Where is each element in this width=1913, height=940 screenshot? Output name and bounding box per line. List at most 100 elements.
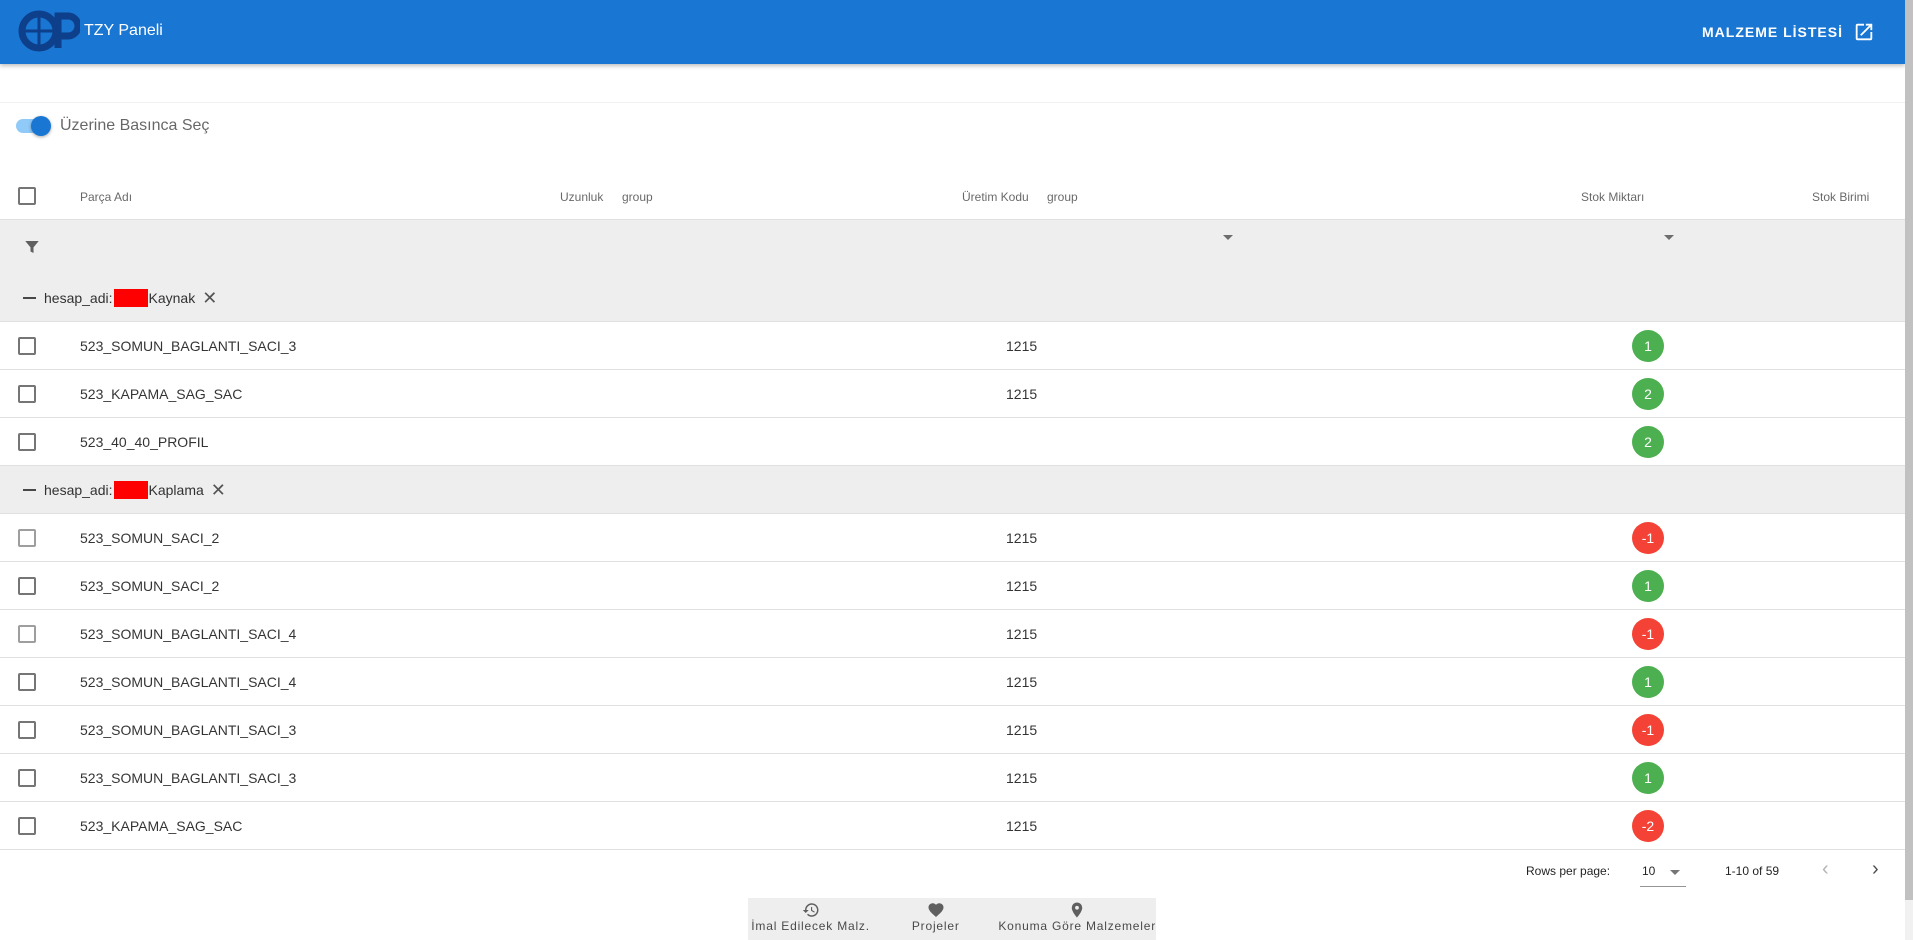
pagination: Rows per page: 10 1-10 of 59 ‹ › <box>0 842 1905 898</box>
header-production-code[interactable]: Üretim Kodu <box>962 190 1029 204</box>
remove-group-icon[interactable]: ✕ <box>211 481 226 499</box>
materials-list-button[interactable]: MALZEME LİSTESİ <box>1702 16 1875 48</box>
rows-per-page-label: Rows per page: <box>1526 864 1611 878</box>
table-body: hesap_adi: Kaynak ✕ 523_SOMUN_BAGLANTI_SACI… <box>0 274 1905 850</box>
history-icon <box>802 903 819 917</box>
stock-quantity-badge: 2 <box>1632 378 1664 410</box>
stock-quantity-badge: -1 <box>1632 522 1664 554</box>
stock-filter-arrow[interactable] <box>1664 235 1674 240</box>
group-field-prefix: hesap_adi: <box>44 290 113 306</box>
table-row[interactable]: 523_SOMUN_BAGLANTI_SACI_4 1215 -1 <box>0 610 1905 658</box>
previous-page-icon[interactable]: ‹ <box>1822 859 1829 879</box>
group-value: Kaynak <box>148 290 196 306</box>
rows-per-page-underline <box>1640 886 1686 887</box>
toggle-thumb <box>31 116 51 136</box>
table-row[interactable]: 523_SOMUN_BAGLANTI_SACI_3 1215 1 <box>0 754 1905 802</box>
table-row[interactable]: 523_40_40_PROFIL 2 <box>0 418 1905 466</box>
nav-item-manufacture[interactable]: İmal Edilecek Malz. <box>748 898 873 940</box>
nav-item-location[interactable]: Konuma Göre Malzemeler <box>998 898 1156 940</box>
row-checkbox[interactable] <box>18 577 36 595</box>
heart-icon <box>928 903 944 918</box>
materials-table: Parça Adı Uzunluk group Üretim Kodu grou… <box>0 172 1905 850</box>
stock-quantity-badge: -1 <box>1632 618 1664 650</box>
row-checkbox[interactable] <box>18 817 36 835</box>
toggle-label: Üzerine Basınca Seç <box>60 117 210 134</box>
location-pin-icon <box>1071 902 1083 918</box>
table-header: Parça Adı Uzunluk group Üretim Kodu grou… <box>0 172 1905 220</box>
nav-label-location: Konuma Göre Malzemeler <box>998 919 1157 933</box>
select-on-click-control: Üzerine Basınca Seç <box>14 114 209 138</box>
group-row[interactable]: hesap_adi: Kaplama ✕ <box>0 466 1905 514</box>
filter-row <box>0 220 1905 313</box>
header-production-group[interactable]: group <box>1047 190 1078 204</box>
redacted-block <box>113 289 148 307</box>
stock-quantity-badge: 1 <box>1632 666 1664 698</box>
part-name-cell: 523_SOMUN_SACI_2 <box>80 530 220 546</box>
part-name-cell: 523_SOMUN_SACI_2 <box>80 578 220 594</box>
part-name-cell: 523_SOMUN_BAGLANTI_SACI_4 <box>80 626 297 642</box>
header-length[interactable]: Uzunluk <box>560 190 603 204</box>
part-name-cell: 523_SOMUN_BAGLANTI_SACI_3 <box>80 770 297 786</box>
select-all-checkbox[interactable] <box>18 187 36 205</box>
row-checkbox[interactable] <box>18 673 36 691</box>
collapse-group-icon[interactable] <box>23 297 36 299</box>
materials-list-label: MALZEME LİSTESİ <box>1702 24 1843 40</box>
nav-item-projects[interactable]: Projeler <box>873 898 998 940</box>
row-checkbox[interactable] <box>18 337 36 355</box>
nav-label-manufacture: İmal Edilecek Malz. <box>751 919 870 933</box>
part-name-cell: 523_SOMUN_BAGLANTI_SACI_4 <box>80 674 297 690</box>
page-range: 1-10 of 59 <box>1725 864 1780 878</box>
group-label: hesap_adi: Kaplama ✕ <box>44 481 226 499</box>
table-row[interactable]: 523_SOMUN_SACI_2 1215 1 <box>0 562 1905 610</box>
part-name-cell: 523_KAPAMA_SAG_SAC <box>80 386 243 402</box>
op-logo <box>18 10 80 52</box>
row-checkbox[interactable] <box>18 385 36 403</box>
stock-quantity-badge: 1 <box>1632 330 1664 362</box>
select-on-click-toggle[interactable] <box>14 114 52 138</box>
rows-per-page-select[interactable]: 10 <box>1642 864 1655 878</box>
group-field-prefix: hesap_adi: <box>44 482 113 498</box>
page-scrollbar[interactable] <box>1905 0 1913 940</box>
stock-quantity-badge: 2 <box>1632 426 1664 458</box>
redacted-block <box>113 481 148 499</box>
part-name-cell: 523_40_40_PROFIL <box>80 434 209 450</box>
header-part-name[interactable]: Parça Adı <box>80 190 132 204</box>
table-row[interactable]: 523_SOMUN_BAGLANTI_SACI_3 1215 1 <box>0 322 1905 370</box>
production-code-cell: 1215 <box>1006 770 1038 786</box>
part-name-cell: 523_KAPAMA_SAG_SAC <box>80 818 243 834</box>
production-code-cell: 1215 <box>1006 578 1038 594</box>
table-row[interactable]: 523_SOMUN_BAGLANTI_SACI_3 1215 -1 <box>0 706 1905 754</box>
group-value: Kaplama <box>148 482 204 498</box>
production-code-filter-arrow[interactable] <box>1223 235 1233 240</box>
remove-group-icon[interactable]: ✕ <box>202 289 217 307</box>
production-code-cell: 1215 <box>1006 722 1038 738</box>
part-name-cell: 523_SOMUN_BAGLANTI_SACI_3 <box>80 338 297 354</box>
part-name-cell: 523_SOMUN_BAGLANTI_SACI_3 <box>80 722 297 738</box>
group-row[interactable]: hesap_adi: Kaynak ✕ <box>0 274 1905 322</box>
scrollbar-thumb[interactable] <box>1905 0 1913 900</box>
row-checkbox[interactable] <box>18 625 36 643</box>
rows-per-page-arrow-icon[interactable] <box>1670 870 1680 875</box>
header-stock-quantity[interactable]: Stok Miktarı <box>1581 190 1644 204</box>
next-page-icon[interactable]: › <box>1872 859 1879 879</box>
stock-quantity-badge: -1 <box>1632 714 1664 746</box>
bottom-navigation: İmal Edilecek Malz. Projeler Konuma Göre… <box>748 898 1156 940</box>
production-code-cell: 1215 <box>1006 674 1038 690</box>
toolbar-divider <box>0 102 1905 103</box>
filter-icon[interactable] <box>23 238 41 256</box>
row-checkbox[interactable] <box>18 529 36 547</box>
table-row[interactable]: 523_KAPAMA_SAG_SAC 1215 2 <box>0 370 1905 418</box>
app-title: TZY Paneli <box>84 22 163 39</box>
header-length-group[interactable]: group <box>622 190 653 204</box>
production-code-cell: 1215 <box>1006 818 1038 834</box>
production-code-cell: 1215 <box>1006 386 1038 402</box>
table-row[interactable]: 523_SOMUN_BAGLANTI_SACI_4 1215 1 <box>0 658 1905 706</box>
production-code-cell: 1215 <box>1006 626 1038 642</box>
stock-quantity-badge: 1 <box>1632 570 1664 602</box>
row-checkbox[interactable] <box>18 769 36 787</box>
table-row[interactable]: 523_SOMUN_SACI_2 1215 -1 <box>0 514 1905 562</box>
row-checkbox[interactable] <box>18 721 36 739</box>
collapse-group-icon[interactable] <box>23 489 36 491</box>
row-checkbox[interactable] <box>18 433 36 451</box>
header-stock-unit[interactable]: Stok Birimi <box>1812 190 1869 204</box>
